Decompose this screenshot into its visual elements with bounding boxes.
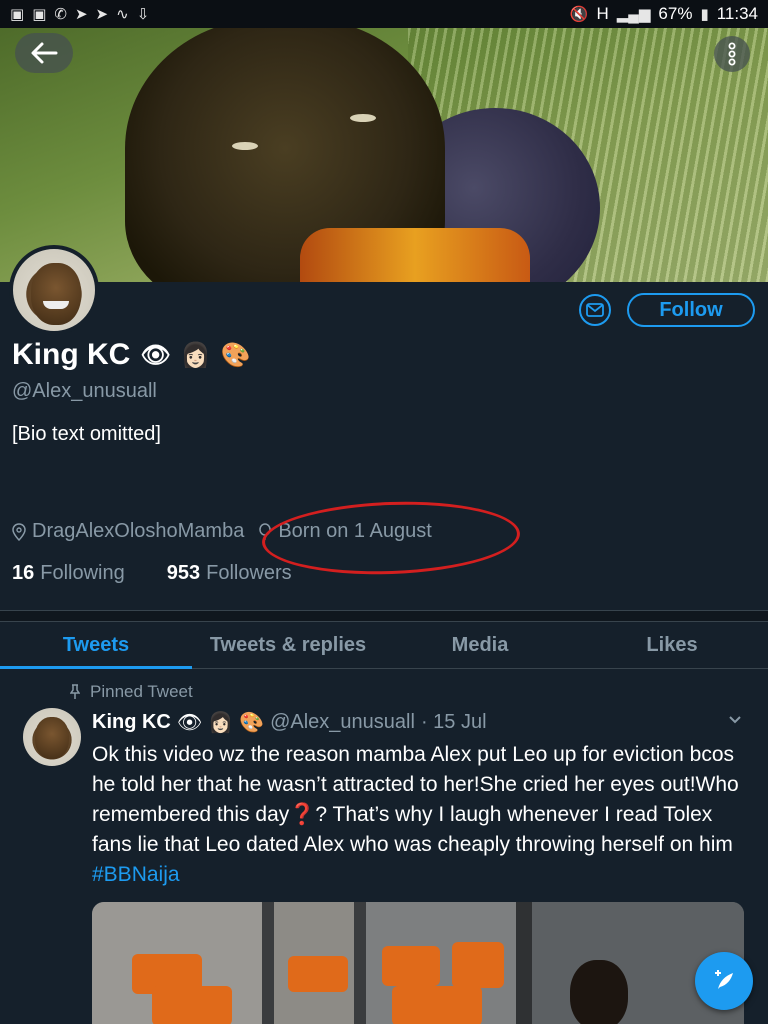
banner-figure	[300, 228, 530, 282]
woman-emoji: 👩🏻	[208, 712, 234, 734]
tweet-header: King KC 👁 👩🏻 🎨 @Alex_unusuall · 15 Jul	[92, 710, 487, 735]
avatar-face	[35, 717, 69, 759]
woman-emoji: 👩🏻	[180, 341, 211, 369]
media-scene	[262, 902, 274, 1024]
section-divider	[0, 610, 768, 622]
profile-name-text: King KC	[12, 338, 131, 371]
pinned-indicator: Pinned Tweet	[70, 682, 193, 702]
follow-button[interactable]: Follow	[627, 293, 755, 327]
chevron-down-icon	[729, 716, 741, 724]
tab-likes[interactable]: Likes	[576, 622, 768, 668]
notification-icons: ▣ ▣ ✆ ➤ ➤ ∿ ⇩	[10, 7, 149, 22]
signal-icon: ▂▄▆	[616, 5, 651, 23]
profile-bio: [Bio text omitted]	[12, 423, 161, 445]
compose-tweet-button[interactable]	[695, 952, 753, 1010]
wave-icon: ∿	[116, 5, 129, 23]
followers-label: Followers	[206, 562, 292, 584]
media-scene	[152, 986, 232, 1024]
network-type: H	[596, 4, 609, 23]
status-bar: ▣ ▣ ✆ ➤ ➤ ∿ ⇩ 🔇 H ▂▄▆ 67% ▮ 11:34	[0, 0, 768, 28]
profile-stats: 16 Following 953 Followers	[12, 562, 292, 585]
following-label: Following	[40, 562, 125, 584]
palette-emoji: 🎨	[239, 712, 265, 734]
profile-handle: @Alex_unusuall	[12, 380, 157, 402]
eye-emoji: 👁	[176, 712, 203, 734]
media-scene	[452, 942, 504, 988]
photo-icon: ▣	[10, 5, 25, 23]
arrow-left-icon	[31, 42, 58, 64]
following-link[interactable]: 16 Following	[12, 562, 125, 585]
more-options-button[interactable]	[714, 36, 750, 72]
media-scene	[570, 960, 628, 1024]
avatar-face	[43, 301, 69, 309]
tab-tweets[interactable]: Tweets	[0, 622, 192, 669]
tweet-menu-button[interactable]	[728, 708, 742, 731]
tweet-author-name[interactable]: King KC	[92, 711, 171, 734]
battery-percent: 67%	[658, 4, 693, 23]
profile-location: DragAlexOloshoMamba	[32, 520, 245, 542]
eye-emoji: 👁	[140, 341, 171, 369]
followers-count: 953	[166, 562, 201, 584]
mail-icon	[586, 303, 604, 317]
pinned-label: Pinned Tweet	[90, 682, 193, 701]
pin-icon	[70, 684, 80, 699]
following-count: 16	[12, 562, 35, 584]
profile-banner	[0, 28, 768, 282]
back-button[interactable]	[15, 33, 73, 73]
mute-icon: 🔇	[569, 5, 589, 23]
followers-link[interactable]: 953 Followers	[167, 562, 292, 585]
media-scene	[382, 946, 440, 986]
photo-icon: ▣	[32, 5, 47, 23]
profile-name: King KC 👁 👩🏻 🎨	[12, 338, 251, 372]
profile-tabs: Tweets Tweets & replies Media Likes	[0, 622, 768, 669]
tweet-text: Ok this video wz the reason mamba Alex p…	[92, 740, 742, 890]
twitter-icon: ➤	[95, 5, 109, 23]
avatar[interactable]	[9, 245, 99, 335]
tab-tweets-replies[interactable]: Tweets & replies	[192, 622, 384, 668]
avatar-face	[31, 263, 81, 325]
media-scene	[354, 902, 366, 1024]
tweet-media[interactable]	[92, 902, 744, 1024]
tab-media[interactable]: Media	[384, 622, 576, 668]
vertical-dots-icon	[728, 42, 736, 66]
tweet-date: · 15 Jul	[420, 711, 487, 733]
hashtag-link[interactable]: #BBNaija	[92, 863, 180, 886]
banner-figure	[232, 142, 258, 150]
system-icons: 🔇 H ▂▄▆ 67% ▮ 11:34	[570, 4, 758, 24]
tweet-author-handle[interactable]: @Alex_unusuall	[270, 711, 415, 734]
banner-figure	[350, 114, 376, 122]
feather-plus-icon	[715, 970, 733, 989]
twitter-icon: ➤	[74, 5, 88, 23]
clock: 11:34	[716, 4, 758, 23]
media-scene	[392, 986, 482, 1024]
tweet-avatar[interactable]	[23, 708, 81, 766]
media-scene	[516, 902, 532, 1024]
tweet-body: Ok this video wz the reason mamba Alex p…	[92, 743, 739, 856]
location-icon	[12, 522, 26, 541]
whatsapp-icon: ✆	[54, 5, 67, 23]
download-icon: ⇩	[136, 5, 150, 23]
red-circle-annotation	[260, 497, 522, 579]
media-scene	[288, 956, 348, 992]
message-button[interactable]	[579, 294, 611, 326]
palette-emoji: 🎨	[220, 341, 251, 369]
battery-icon: ▮	[700, 5, 709, 23]
